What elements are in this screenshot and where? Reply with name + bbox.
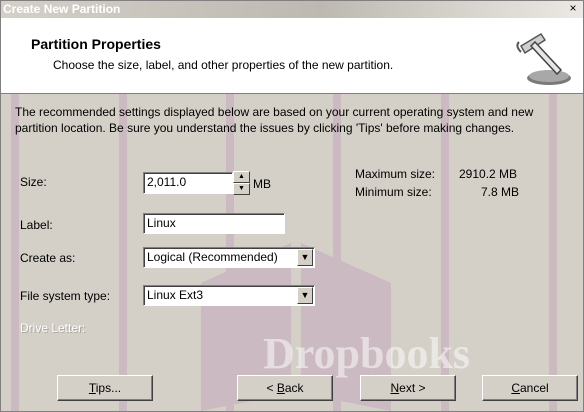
- page-subtitle: Choose the size, label, and other proper…: [53, 58, 394, 72]
- create-as-value: Logical (Recommended): [147, 250, 278, 264]
- label-label: Label:: [20, 218, 53, 232]
- window-title: Create New Partition: [3, 2, 121, 16]
- back-button[interactable]: < Back: [237, 375, 333, 401]
- fs-type-select[interactable]: Linux Ext3 ▼: [143, 285, 315, 306]
- cancel-button[interactable]: Cancel: [482, 375, 578, 401]
- label-input[interactable]: Linux: [143, 213, 285, 234]
- size-down-button[interactable]: ▼: [233, 183, 250, 195]
- wizard-header: Partition Properties Choose the size, la…: [1, 18, 583, 94]
- size-stepper: ▲ ▼: [233, 171, 250, 196]
- size-label: Size:: [20, 175, 47, 189]
- page-title: Partition Properties: [31, 36, 161, 52]
- max-size-label: Maximum size:: [355, 167, 436, 181]
- watermark-text: Dropbooks: [263, 329, 470, 378]
- create-partition-dialog: Create New Partition × Partition Propert…: [0, 0, 584, 412]
- size-input[interactable]: 2,011.0: [143, 172, 233, 194]
- create-as-label: Create as:: [20, 251, 76, 265]
- close-icon[interactable]: ×: [565, 2, 581, 16]
- size-unit: MB: [253, 177, 271, 191]
- create-as-select[interactable]: Logical (Recommended) ▼: [143, 247, 315, 268]
- hammer-icon: [516, 32, 571, 85]
- min-size-label: Minimum size:: [355, 185, 432, 199]
- intro-text: The recommended settings displayed below…: [15, 105, 534, 135]
- tips-button[interactable]: Tips...: [57, 375, 153, 401]
- size-up-button[interactable]: ▲: [233, 171, 250, 183]
- chevron-down-icon[interactable]: ▼: [297, 287, 313, 304]
- title-bar[interactable]: Create New Partition ×: [1, 1, 583, 18]
- next-button[interactable]: Next >: [360, 375, 456, 401]
- fs-type-value: Linux Ext3: [147, 288, 204, 302]
- drive-letter-label: Drive Letter:: [20, 321, 86, 335]
- fs-type-label: File system type:: [20, 289, 111, 303]
- max-size-value: 2910.2 MB: [459, 167, 518, 181]
- min-size-value: 7.8 MB: [481, 185, 520, 199]
- chevron-down-icon[interactable]: ▼: [297, 249, 313, 266]
